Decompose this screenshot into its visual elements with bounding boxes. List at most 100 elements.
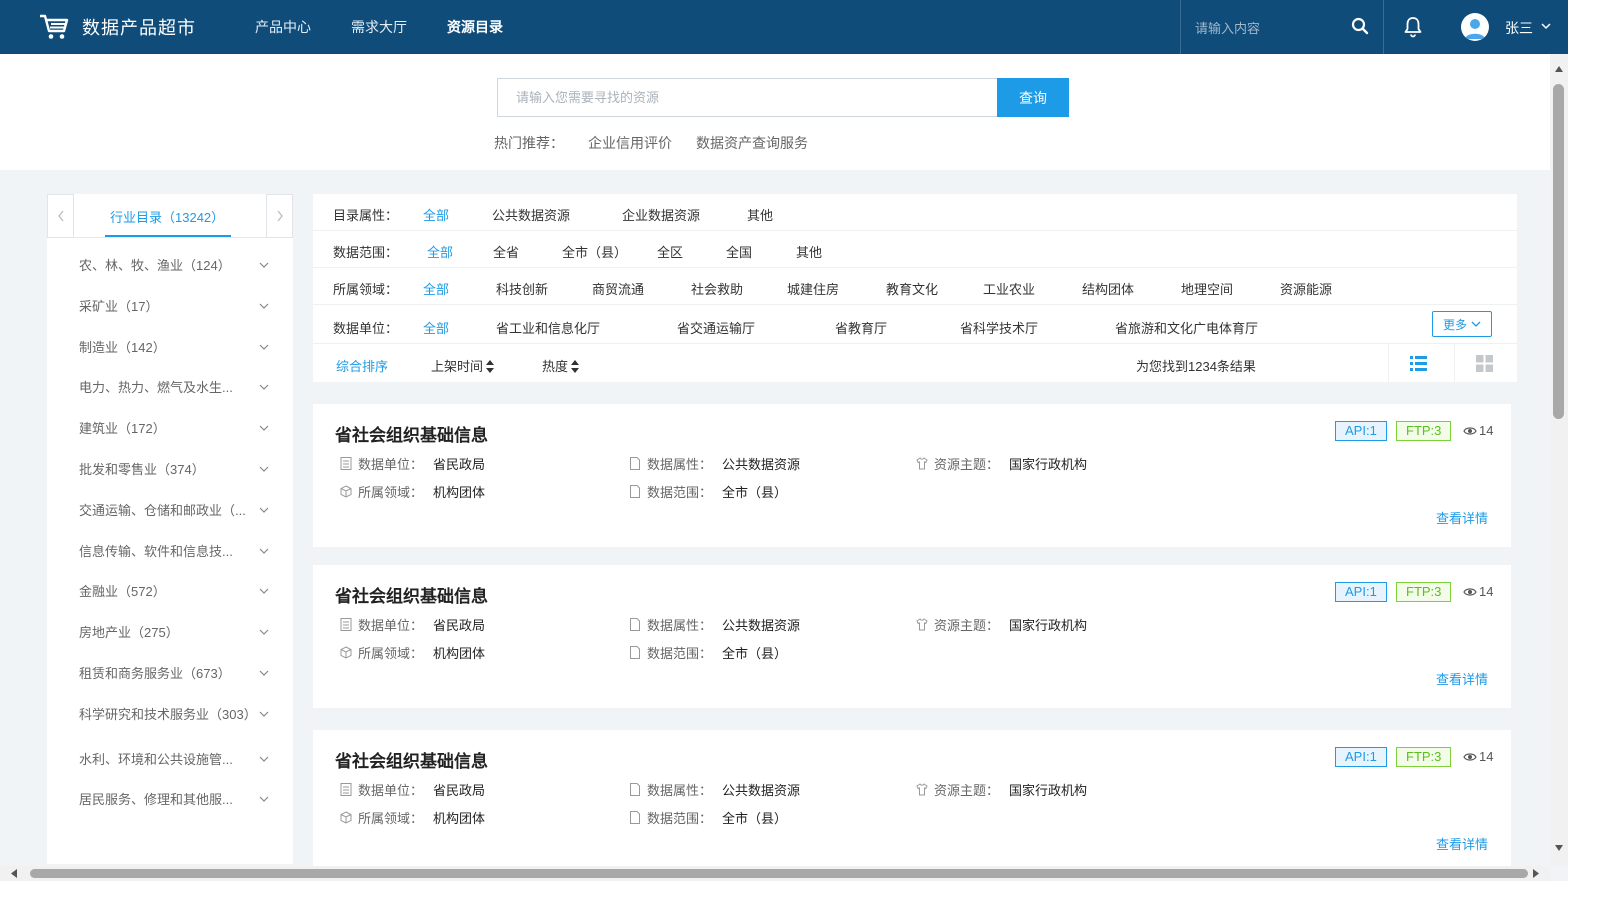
sidebar-item[interactable]: 批发和零售业（374）: [47, 450, 293, 491]
result-title[interactable]: 省社会组织基础信息: [335, 582, 488, 607]
view-detail-link[interactable]: 查看详情: [1436, 508, 1488, 527]
sidebar-item[interactable]: 房地产业（275）: [47, 613, 293, 654]
query-button[interactable]: 查询: [997, 78, 1069, 117]
sidebar-item[interactable]: 农、林、牧、渔业（124）: [47, 246, 293, 287]
more-button[interactable]: 更多: [1432, 311, 1492, 337]
sidebar-prev-button[interactable]: [47, 194, 74, 238]
scroll-right-icon[interactable]: [1532, 869, 1540, 878]
filter-option[interactable]: 省科学技术厅: [960, 318, 1038, 337]
filter-option[interactable]: 全市（县）: [562, 242, 627, 261]
active-tab-indicator: [105, 235, 231, 237]
filter-option[interactable]: 工业农业: [983, 279, 1035, 298]
sort-default[interactable]: 综合排序: [336, 356, 388, 375]
vertical-scrollbar[interactable]: [1550, 54, 1568, 866]
filter-option[interactable]: 全省: [493, 242, 519, 261]
sidebar-item-label: 批发和零售业（374）: [79, 461, 205, 477]
filter-option[interactable]: 资源能源: [1280, 279, 1332, 298]
filter-option[interactable]: 城建住房: [787, 279, 839, 298]
scroll-up-icon[interactable]: [1554, 65, 1564, 73]
meta-value: 全市（县）: [722, 811, 788, 826]
view-detail-link[interactable]: 查看详情: [1436, 669, 1488, 688]
filter-option[interactable]: 省交通运输厅: [677, 318, 755, 337]
chevron-down-icon[interactable]: [259, 382, 269, 392]
result-card[interactable]: 省社会组织基础信息 API:1 FTP:3 14 数据单位： 省民政局 所属领域：…: [313, 565, 1511, 708]
chevron-down-icon[interactable]: [259, 464, 269, 474]
chevron-down-icon[interactable]: [259, 342, 269, 352]
chevron-down-icon[interactable]: [259, 627, 269, 637]
sidebar-item[interactable]: 居民服务、修理和其他服...: [47, 780, 293, 821]
sidebar-item[interactable]: 科学研究和技术服务业（303）: [47, 695, 293, 736]
filter-option[interactable]: 全国: [726, 242, 752, 261]
sidebar-item[interactable]: 交通运输、仓储和邮政业（...: [47, 491, 293, 532]
result-title[interactable]: 省社会组织基础信息: [335, 421, 488, 446]
filter-option[interactable]: 企业数据资源: [622, 205, 700, 224]
logo[interactable]: 数据产品超市: [38, 13, 196, 41]
result-card[interactable]: 省社会组织基础信息 API:1 FTP:3 14 数据单位： 省民政局 所属领域：…: [313, 730, 1511, 873]
result-title[interactable]: 省社会组织基础信息: [335, 747, 488, 772]
view-detail-link[interactable]: 查看详情: [1436, 834, 1488, 853]
filter-option[interactable]: 全部: [423, 318, 449, 337]
vertical-scroll-thumb[interactable]: [1553, 84, 1564, 419]
horizontal-scroll-thumb[interactable]: [30, 869, 1528, 878]
sidebar-next-button[interactable]: [266, 194, 293, 238]
sidebar-item[interactable]: 水利、环境和公共设施管...: [47, 740, 293, 781]
scroll-left-icon[interactable]: [10, 869, 18, 878]
sidebar-item[interactable]: 建筑业（172）: [47, 409, 293, 450]
nav-demand-hall[interactable]: 需求大厅: [351, 0, 407, 54]
filter-option[interactable]: 全部: [427, 242, 453, 261]
list-view-button[interactable]: [1388, 344, 1448, 382]
chevron-down-icon[interactable]: [259, 794, 269, 804]
filter-option[interactable]: 全部: [423, 205, 449, 224]
filter-option[interactable]: 其他: [796, 242, 822, 261]
hot-item-credit[interactable]: 企业信用评价: [588, 133, 672, 153]
filter-option[interactable]: 省工业和信息化厅: [496, 318, 600, 337]
chevron-down-icon[interactable]: [259, 301, 269, 311]
nav-resource-catalog[interactable]: 资源目录: [447, 0, 503, 54]
sidebar-item[interactable]: 信息传输、软件和信息技...: [47, 532, 293, 573]
chevron-down-icon: [1471, 321, 1481, 327]
sidebar-item[interactable]: 金融业（572）: [47, 572, 293, 613]
filter-option[interactable]: 社会救助: [691, 279, 743, 298]
chevron-down-icon[interactable]: [259, 423, 269, 433]
sort-shelf-time[interactable]: 上架时间: [431, 356, 495, 375]
sidebar-item[interactable]: 制造业（142）: [47, 328, 293, 369]
meta-theme: 资源主题： 国家行政机构: [916, 615, 1087, 634]
filter-option[interactable]: 地理空间: [1181, 279, 1233, 298]
chevron-down-icon[interactable]: [259, 260, 269, 270]
filter-option[interactable]: 公共数据资源: [492, 205, 570, 224]
resource-search-input[interactable]: [497, 78, 997, 117]
scroll-down-icon[interactable]: [1554, 844, 1564, 852]
sidebar-item[interactable]: 采矿业（17）: [47, 287, 293, 328]
result-card[interactable]: 省社会组织基础信息 API:1 FTP:3 14 数据单位： 省民政局 所属领域：…: [313, 404, 1511, 547]
tab-industry-catalog[interactable]: 行业目录（13242）: [110, 207, 224, 226]
filter-option[interactable]: 全区: [657, 242, 683, 261]
bell-icon[interactable]: [1403, 16, 1423, 38]
chevron-down-icon[interactable]: [259, 505, 269, 515]
sort-popularity[interactable]: 热度: [542, 356, 580, 375]
filter-option[interactable]: 教育文化: [886, 279, 938, 298]
search-icon[interactable]: [1351, 17, 1369, 35]
horizontal-scrollbar[interactable]: [0, 866, 1550, 881]
filter-option[interactable]: 全部: [423, 279, 449, 298]
main-nav: 产品中心 需求大厅 资源目录: [255, 0, 543, 54]
chevron-down-icon[interactable]: [259, 586, 269, 596]
sidebar-item[interactable]: 租赁和商务服务业（673）: [47, 654, 293, 695]
hot-item-asset-query[interactable]: 数据资产查询服务: [696, 133, 808, 153]
grid-view-button[interactable]: [1454, 344, 1514, 382]
nav-product-center[interactable]: 产品中心: [255, 0, 311, 54]
chevron-down-icon[interactable]: [259, 668, 269, 678]
chevron-down-icon[interactable]: [259, 546, 269, 556]
chevron-down-icon[interactable]: [259, 709, 269, 719]
filter-option[interactable]: 商贸流通: [592, 279, 644, 298]
filter-option[interactable]: 省教育厅: [835, 318, 887, 337]
avatar[interactable]: [1461, 13, 1489, 41]
top-search-input[interactable]: [1195, 17, 1345, 39]
chevron-down-icon[interactable]: [259, 754, 269, 764]
user-name[interactable]: 张三: [1505, 18, 1533, 38]
filter-option[interactable]: 其他: [747, 205, 773, 224]
filter-option[interactable]: 科技创新: [496, 279, 548, 298]
filter-option[interactable]: 省旅游和文化广电体育厅: [1115, 318, 1258, 337]
chevron-down-icon[interactable]: [1540, 20, 1552, 32]
filter-option[interactable]: 结构团体: [1082, 279, 1134, 298]
sidebar-item[interactable]: 电力、热力、燃气及水生...: [47, 368, 293, 409]
